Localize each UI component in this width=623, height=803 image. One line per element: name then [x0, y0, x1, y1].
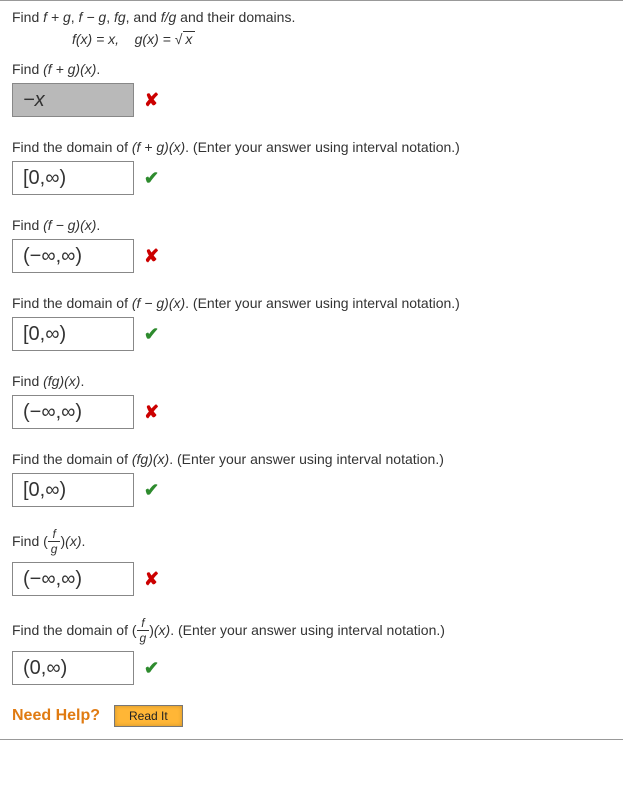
prompt: Find (fg)(x).: [12, 529, 611, 556]
fraction-f-over-g: fg: [48, 528, 61, 555]
answer-row: (−∞,∞) ✘: [12, 239, 611, 273]
expr-fminusg: f − g: [79, 9, 107, 25]
answer-input[interactable]: −x: [12, 83, 134, 117]
prompt: Find (f + g)(x).: [12, 61, 611, 77]
prompt: Find the domain of (f − g)(x). (Enter yo…: [12, 295, 611, 311]
check-icon: ✔: [144, 480, 159, 501]
prompt-prefix: Find the domain of: [12, 622, 132, 638]
question-part: Find the domain of (fg)(x). (Enter your …: [12, 451, 611, 507]
question-part: Find the domain of (f + g)(x). (Enter yo…: [12, 139, 611, 195]
prompt: Find the domain of (fg)(x). (Enter your …: [12, 451, 611, 467]
prompt-suffix: . (Enter your answer using interval nota…: [170, 622, 445, 638]
prompt: Find the domain of (fg)(x). (Enter your …: [12, 618, 611, 645]
prompt-suffix: .: [96, 61, 100, 77]
answer-row: [0,∞) ✔: [12, 317, 611, 351]
prompt-suffix: . (Enter your answer using interval nota…: [185, 139, 460, 155]
g-def-prefix: g(x) =: [135, 31, 175, 47]
expr-fplusg: f + g: [43, 9, 71, 25]
answer-row: (−∞,∞) ✘: [12, 562, 611, 596]
prompt-math: (fg)(x): [43, 373, 80, 389]
read-it-button[interactable]: Read It: [114, 705, 183, 727]
prompt-suffix: . (Enter your answer using interval nota…: [169, 451, 444, 467]
fraction-denominator: g: [137, 631, 150, 644]
fraction-numerator: f: [48, 528, 61, 542]
answer-input[interactable]: (−∞,∞): [12, 239, 134, 273]
text: , and: [126, 9, 161, 25]
prompt-math: (f − g)(x): [132, 295, 185, 311]
text: ,: [106, 9, 114, 25]
prompt-math: (f + g)(x): [43, 61, 96, 77]
prompt-prefix: Find: [12, 217, 43, 233]
prompt: Find (fg)(x).: [12, 373, 611, 389]
check-icon: ✔: [144, 324, 159, 345]
check-icon: ✔: [144, 168, 159, 189]
prompt-prefix: Find: [12, 61, 43, 77]
text: ,: [71, 9, 79, 25]
x-icon: ✘: [144, 569, 159, 590]
check-icon: ✔: [144, 658, 159, 679]
answer-input[interactable]: (−∞,∞): [12, 562, 134, 596]
answer-row: [0,∞) ✔: [12, 161, 611, 195]
question-part: Find (f + g)(x). −x ✘: [12, 61, 611, 117]
prompt-suffix: .: [96, 217, 100, 233]
prompt-math-tail: (x): [65, 533, 81, 549]
prompt: Find (f − g)(x).: [12, 217, 611, 233]
prompt-prefix: Find the domain of: [12, 295, 132, 311]
x-icon: ✘: [144, 246, 159, 267]
prompt-prefix: Find the domain of: [12, 451, 132, 467]
question-part: Find the domain of (f − g)(x). (Enter yo…: [12, 295, 611, 351]
f-def: f(x) = x,: [72, 31, 119, 47]
prompt: Find the domain of (f + g)(x). (Enter yo…: [12, 139, 611, 155]
radicand: x: [183, 31, 195, 46]
answer-input[interactable]: (0,∞): [12, 651, 134, 685]
question-part: Find (fg)(x). (−∞,∞) ✘: [12, 529, 611, 596]
expr-fg: fg: [114, 9, 126, 25]
radical-sign: √: [175, 31, 183, 47]
fraction-numerator: f: [137, 617, 150, 631]
need-help-label: Need Help?: [12, 707, 100, 725]
prompt-prefix: Find the domain of: [12, 139, 132, 155]
fraction-denominator: g: [48, 542, 61, 555]
prompt-math: (f + g)(x): [132, 139, 185, 155]
function-definitions: f(x) = x, g(x) = √x: [12, 31, 611, 47]
text: and their domains.: [180, 9, 295, 25]
question-container: Find f + g, f − g, fg, and f/g and their…: [0, 0, 623, 740]
answer-input[interactable]: [0,∞): [12, 317, 134, 351]
text: Find: [12, 9, 43, 25]
fraction-f-over-g: fg: [137, 617, 150, 644]
intro-line: Find f + g, f − g, fg, and f/g and their…: [12, 9, 611, 25]
prompt-prefix: Find: [12, 533, 43, 549]
x-icon: ✘: [144, 90, 159, 111]
x-icon: ✘: [144, 402, 159, 423]
prompt-suffix: .: [81, 533, 85, 549]
prompt-math: (f − g)(x): [43, 217, 96, 233]
prompt-suffix: .: [80, 373, 84, 389]
answer-row: (−∞,∞) ✘: [12, 395, 611, 429]
answer-row: (0,∞) ✔: [12, 651, 611, 685]
answer-input[interactable]: [0,∞): [12, 473, 134, 507]
answer-input[interactable]: [0,∞): [12, 161, 134, 195]
answer-row: −x ✘: [12, 83, 611, 117]
question-part: Find (fg)(x). (−∞,∞) ✘: [12, 373, 611, 429]
prompt-suffix: . (Enter your answer using interval nota…: [185, 295, 460, 311]
question-part: Find the domain of (fg)(x). (Enter your …: [12, 618, 611, 685]
expr-foverg: f/g: [161, 9, 177, 25]
prompt-math-tail: (x): [154, 622, 170, 638]
answer-input[interactable]: (−∞,∞): [12, 395, 134, 429]
prompt-math: (fg)(x): [132, 451, 169, 467]
question-part: Find (f − g)(x). (−∞,∞) ✘: [12, 217, 611, 273]
prompt-prefix: Find: [12, 373, 43, 389]
answer-row: [0,∞) ✔: [12, 473, 611, 507]
help-row: Need Help? Read It: [12, 705, 611, 727]
